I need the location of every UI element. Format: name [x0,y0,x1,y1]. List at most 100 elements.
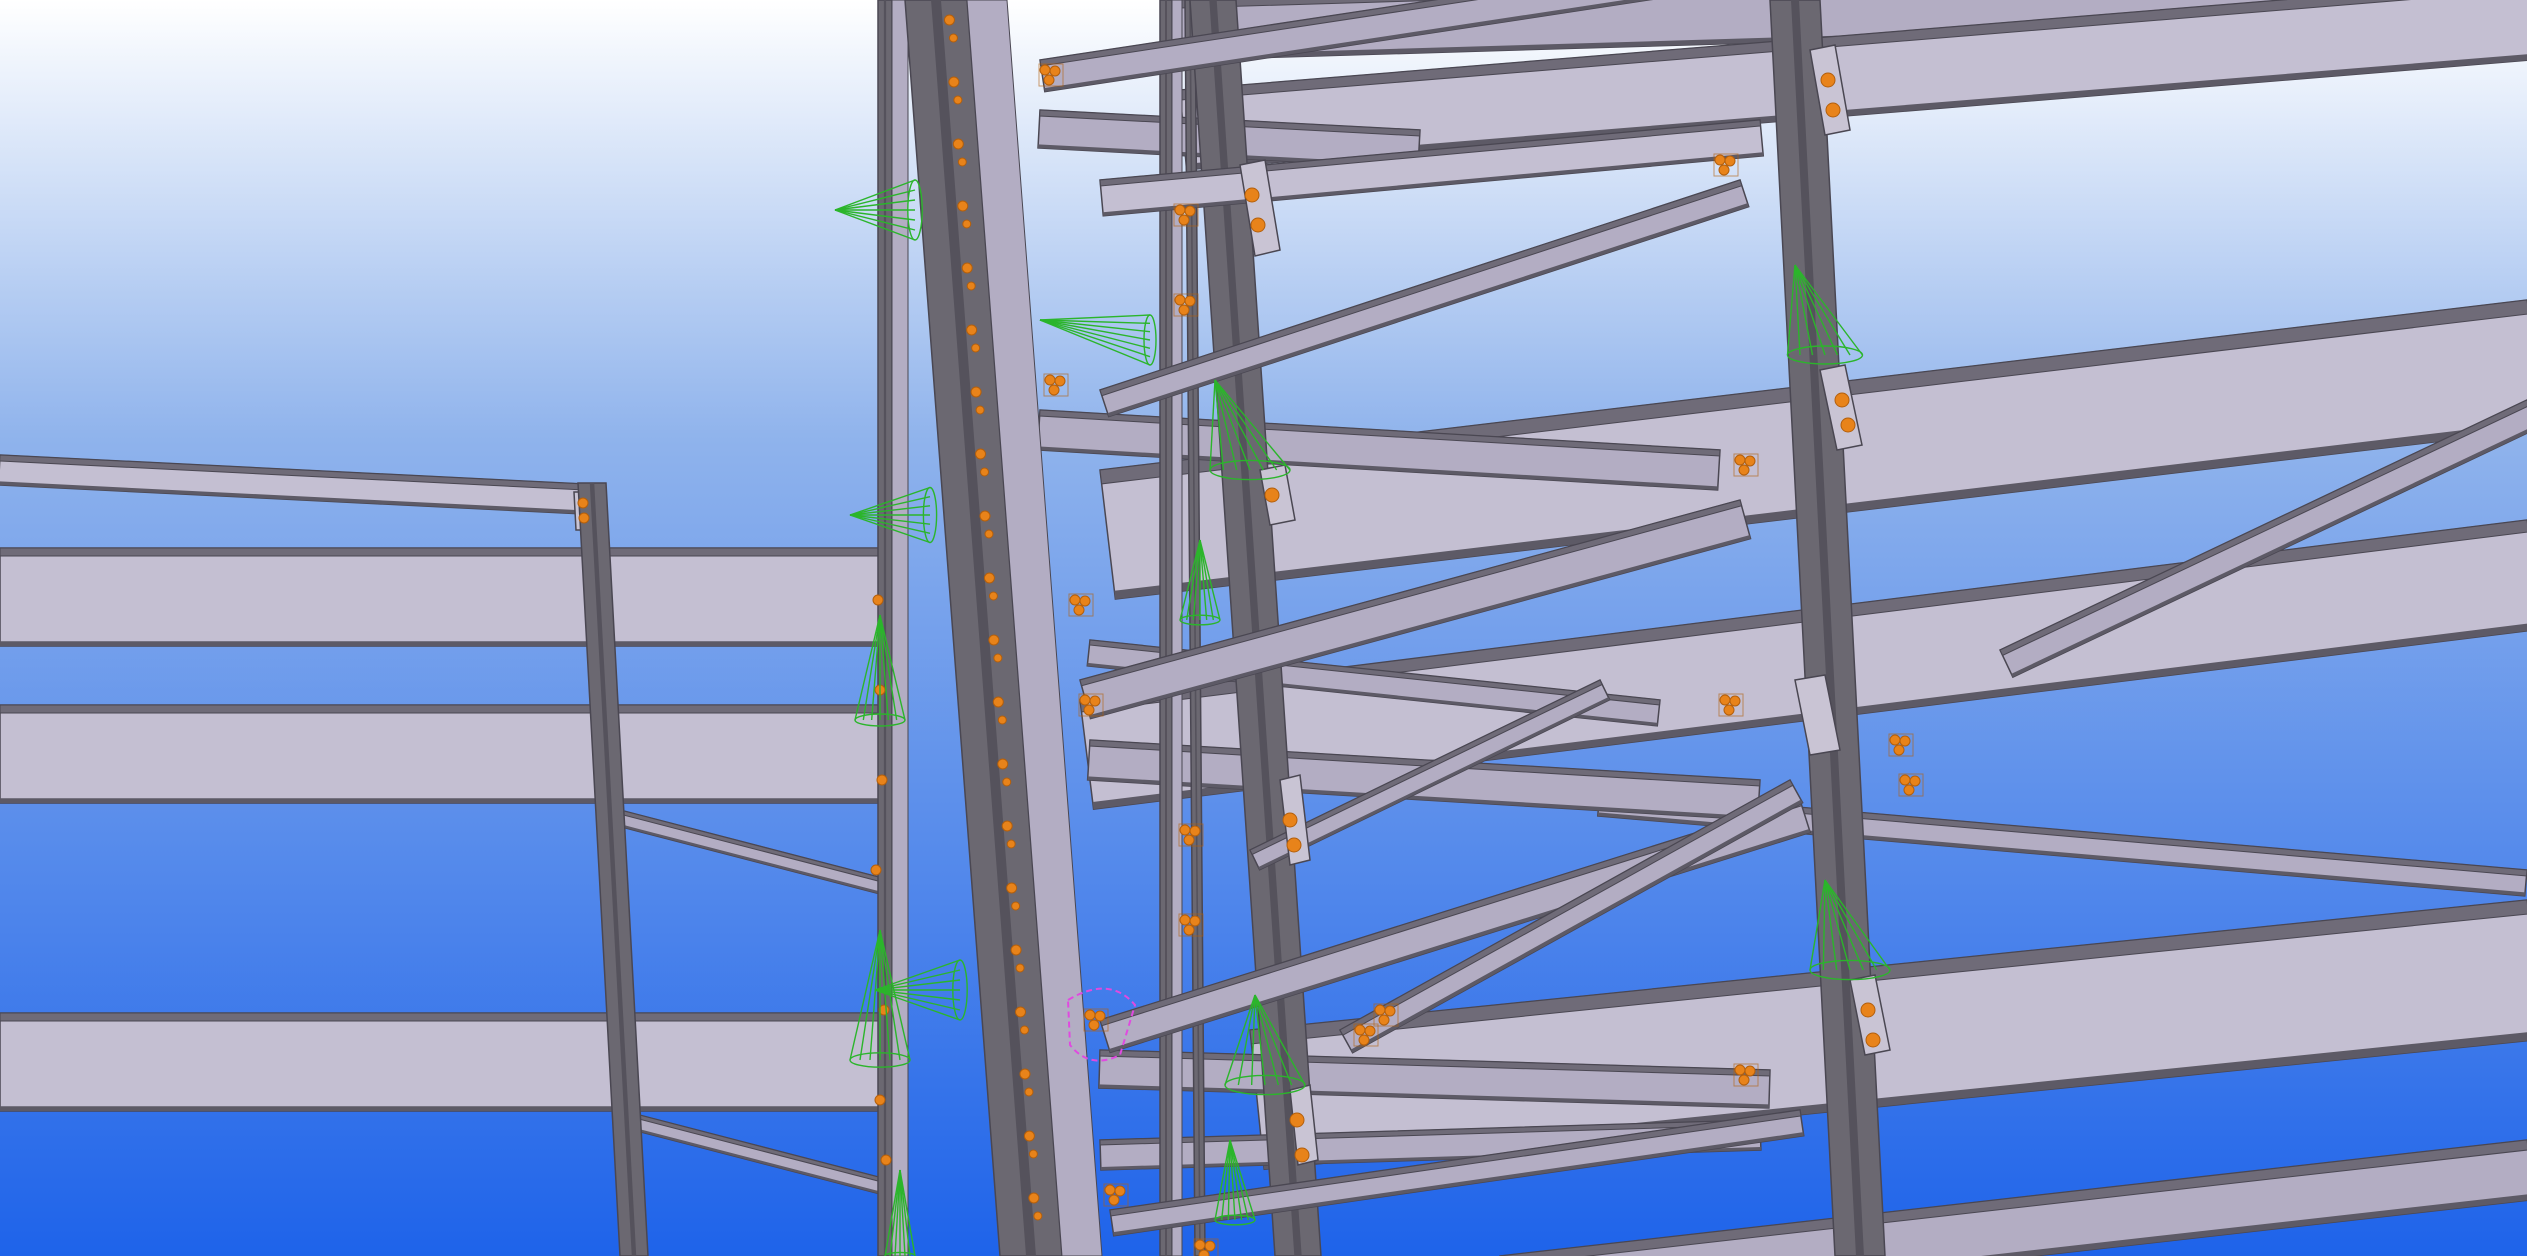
bolt [1002,777,1012,787]
bolt [1734,1064,1746,1076]
bolt [1084,1009,1096,1021]
bolt [1198,1249,1210,1256]
bolt [870,864,882,876]
bolt [1734,454,1746,466]
bolt [1178,214,1190,226]
bolt [1043,74,1055,86]
bolt [1738,464,1750,476]
left-girt-1 [0,547,886,647]
bolt [1019,1068,1031,1080]
bolt [988,591,998,601]
bolt [1048,384,1060,396]
bolt [948,76,960,88]
left-girt-2 [0,704,886,804]
bolt [966,324,978,336]
bolt [1033,1211,1043,1221]
bolt [1178,304,1190,316]
bolt [1744,455,1756,467]
bolt [943,14,955,26]
bolt [1079,694,1091,706]
bolt [1840,417,1856,433]
bolt [1183,834,1195,846]
left-girt-2-flange [0,704,886,714]
bolt [952,138,964,150]
bolt [988,634,1000,646]
bolt [983,572,995,584]
bolt [1069,594,1081,606]
bolt [1738,1074,1750,1086]
left-girt-1-web [0,547,886,647]
bolt [1001,820,1013,832]
bolt [1244,187,1260,203]
bolt [1039,64,1051,76]
bolt [953,95,963,105]
bolt [1194,1239,1206,1251]
bolt [1374,1004,1386,1016]
bolt [992,696,1004,708]
bolt [948,33,958,43]
bolt [1204,1240,1216,1252]
bolt [1294,1147,1310,1163]
steel-structure-3d-view[interactable] [0,0,2527,1256]
model-viewport[interactable] [0,0,2527,1256]
bolt [577,497,589,509]
bolt [880,1154,892,1166]
bolt [979,510,991,522]
bolt [970,386,982,398]
bolt [962,219,972,229]
bolt [1723,704,1735,716]
left-girt-3 [0,1012,886,1112]
bolt [1899,774,1911,786]
bolt [1189,825,1201,837]
bolt [1023,1130,1035,1142]
bolt [876,774,888,786]
bolt [1028,1149,1038,1159]
bolt [1011,901,1021,911]
bolt [1079,595,1091,607]
left-girt-1-bottom-flange [0,641,885,646]
bolt [1903,784,1915,796]
bolt [1719,694,1731,706]
bolt [975,405,985,415]
bolt [1384,1005,1396,1017]
bolt [1006,839,1016,849]
bolt [1020,1025,1030,1035]
bolt [1889,734,1901,746]
bolt [1006,882,1018,894]
left-girt-1-flange [0,547,886,557]
bolt [1114,1185,1126,1197]
left-girt-2-web [0,704,886,804]
bolt [1179,824,1191,836]
bolt [1184,295,1196,307]
bolt [984,529,994,539]
bolt [1358,1034,1370,1046]
bolt [1865,1032,1881,1048]
bolt [966,281,976,291]
bolt [1189,915,1201,927]
bolt [1028,1192,1040,1204]
bolt [997,758,1009,770]
bolt [1184,205,1196,217]
bolt [997,715,1007,725]
bolt [1744,1065,1756,1077]
bolt [957,200,969,212]
bolt [1108,1194,1120,1206]
bolt [1718,164,1730,176]
bolt [1073,604,1085,616]
bolt [1010,944,1022,956]
bolt [1909,775,1921,787]
bolt [1024,1087,1034,1097]
bolt [1286,837,1302,853]
bolt [1179,914,1191,926]
bolt [961,262,973,274]
bolt [1089,695,1101,707]
bolt [1094,1010,1106,1022]
bolt [1364,1025,1376,1037]
left-girt-3-web [0,1012,886,1112]
bolt [1015,1006,1027,1018]
bolt [1054,375,1066,387]
bolt [1289,1112,1305,1128]
bolt [1378,1014,1390,1026]
bolt [971,343,981,353]
bolt [1250,217,1266,233]
